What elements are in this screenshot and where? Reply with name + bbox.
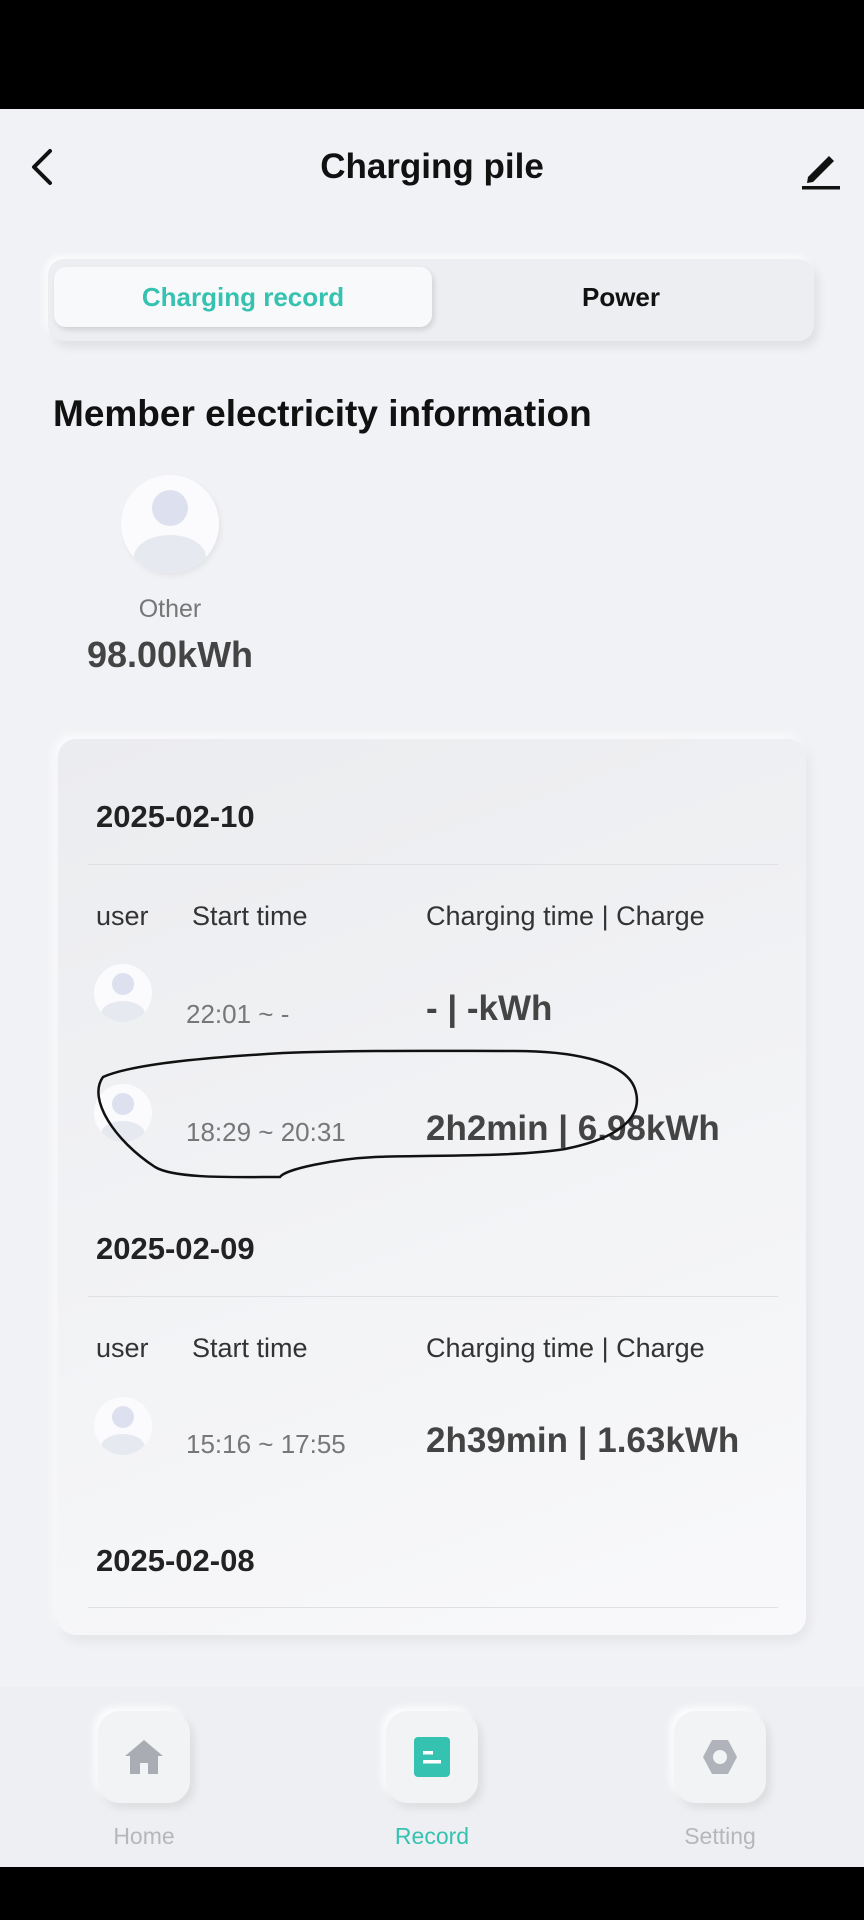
tab-power[interactable]: Power	[432, 267, 810, 327]
tab-charging-record[interactable]: Charging record	[54, 267, 432, 327]
segmented-tabs: Charging record Power	[48, 259, 814, 341]
records-card: 2025-02-10 user Start time Charging time…	[58, 739, 806, 1635]
nav-setting-label: Setting	[684, 1823, 756, 1849]
row-charge-value: 2h2min | 6.98kWh	[426, 1109, 720, 1148]
row-start-time: 18:29 ~ 20:31	[186, 1117, 346, 1147]
column-user: user	[96, 901, 149, 931]
user-icon	[101, 1406, 145, 1455]
nav-record-label: Record	[394, 1823, 470, 1849]
home-icon	[125, 1740, 163, 1774]
header: Charging pile	[0, 109, 864, 229]
row-charge-value: 2h39min | 1.63kWh	[426, 1421, 740, 1460]
row-start-time: 15:16 ~ 17:55	[186, 1429, 346, 1459]
user-icon	[101, 1093, 145, 1142]
column-user: user	[96, 1333, 149, 1363]
nav-setting[interactable]: Setting	[650, 1711, 790, 1850]
member-energy: 98.00kWh	[86, 634, 254, 675]
row-charge-value: - | -kWh	[426, 989, 553, 1028]
divider	[88, 1296, 778, 1297]
row-start-time: 22:01 ~ -	[186, 999, 290, 1029]
gear-icon	[703, 1740, 737, 1774]
member-card[interactable]: Other 98.00kWh	[60, 475, 280, 676]
column-start-time: Start time	[192, 901, 308, 931]
row-user-avatar	[94, 1397, 152, 1455]
column-charging-time: Charging time | Charge	[426, 901, 705, 931]
column-charging-time: Charging time | Charge	[426, 1333, 705, 1363]
user-icon	[101, 973, 145, 1022]
nav-record[interactable]: Record	[362, 1711, 502, 1850]
pencil-icon	[802, 156, 840, 190]
nav-home-button[interactable]	[98, 1711, 190, 1803]
column-start-time: Start time	[192, 1333, 308, 1363]
nav-record-button[interactable]	[386, 1711, 478, 1803]
record-date: 2025-02-08	[96, 1543, 255, 1578]
user-icon	[134, 490, 206, 573]
divider	[88, 1607, 778, 1608]
row-user-avatar	[94, 964, 152, 1022]
nav-home[interactable]: Home	[74, 1711, 214, 1850]
row-user-avatar	[94, 1084, 152, 1142]
app-screen: Charging pile Charging record Power Memb…	[0, 109, 864, 1867]
record-icon	[414, 1737, 450, 1777]
divider	[88, 864, 778, 865]
member-name: Other	[138, 595, 202, 623]
bottom-nav: Home Record Setting	[0, 1687, 864, 1867]
edit-button[interactable]	[798, 145, 844, 191]
nav-setting-button[interactable]	[674, 1711, 766, 1803]
nav-home-label: Home	[113, 1823, 175, 1849]
page-title: Charging pile	[320, 147, 544, 186]
avatar	[121, 475, 219, 573]
record-date: 2025-02-10	[96, 799, 255, 834]
section-title: Member electricity information	[53, 393, 592, 434]
record-date: 2025-02-09	[96, 1231, 255, 1266]
